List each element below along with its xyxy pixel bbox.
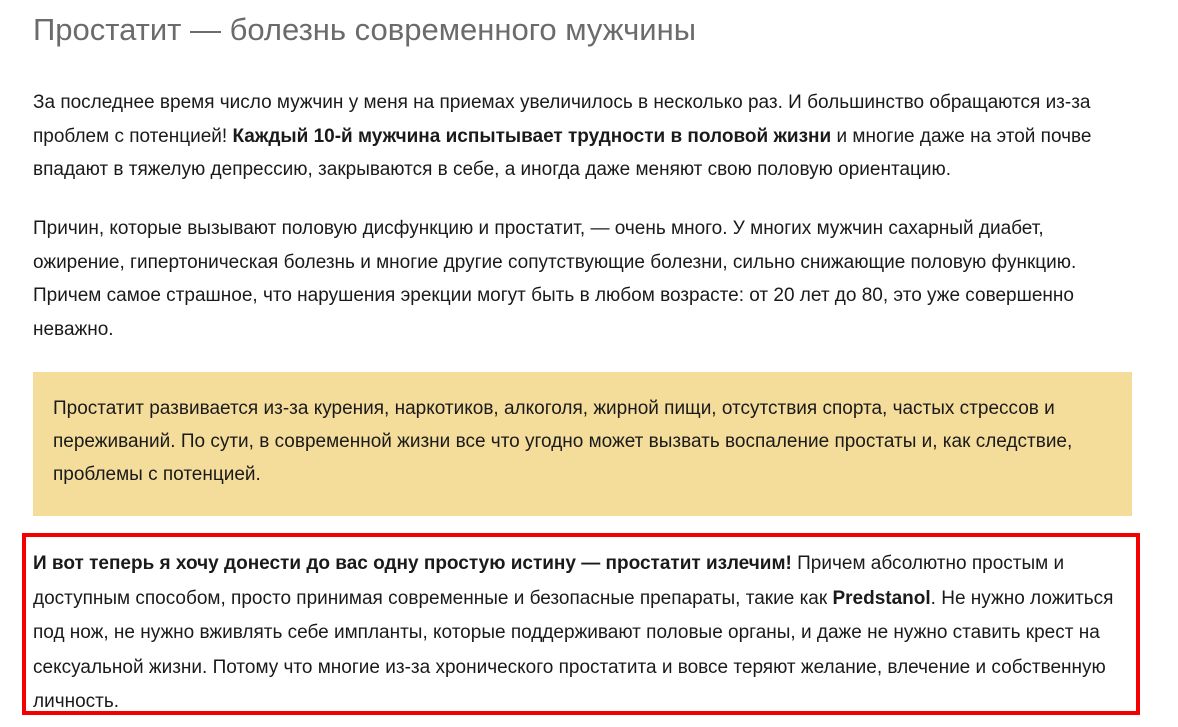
highlighted-paragraph: И вот теперь я хочу донести до вас одну … — [33, 547, 1126, 720]
callout-text: Простатит развивается из-за курения, нар… — [53, 398, 1073, 485]
highlighted-paragraph-box: И вот теперь я хочу донести до вас одну … — [22, 533, 1140, 715]
product-name: Predstanol — [832, 587, 931, 609]
article-title: Простатит — болезнь современного мужчины — [33, 12, 696, 47]
highlight-bold-intro: И вот теперь я хочу донести до вас одну … — [33, 553, 792, 574]
causes-paragraph: Причин, которые вызывают половую дисфунк… — [33, 218, 1077, 340]
intro-paragraph: За последнее время число мужчин у меня н… — [33, 86, 1133, 187]
callout-box: Простатит развивается из-за курения, нар… — [33, 372, 1132, 516]
intro-bold-statement: Каждый 10-й мужчина испытывает трудности… — [232, 125, 832, 147]
